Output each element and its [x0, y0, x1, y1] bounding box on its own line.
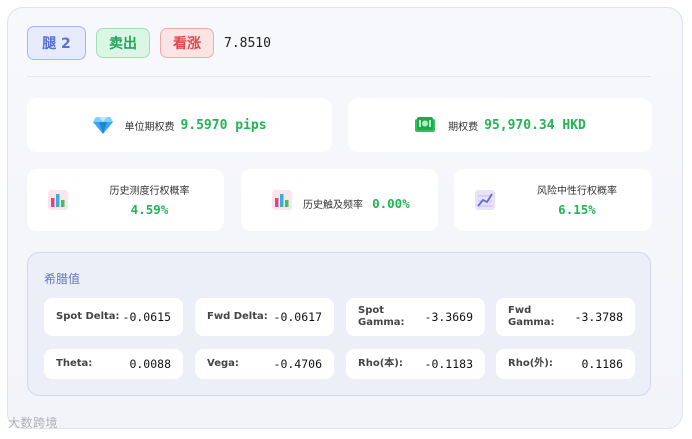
greek-vega: Vega: -0.4706: [195, 349, 334, 379]
premium-per-unit-label: 单位期权费: [124, 121, 175, 133]
greek-fwd-delta: Fwd Delta: -0.0617: [195, 298, 334, 336]
rate-value: 7.8510: [224, 35, 271, 51]
premium-per-unit-value: 9.5970 pips: [180, 117, 267, 133]
line-chart-icon: [474, 189, 496, 211]
greek-rho-domestic: Rho(本): -0.1183: [346, 349, 485, 379]
diamond-icon: [92, 115, 114, 135]
greek-value: -0.1183: [424, 357, 473, 371]
risk-neutral-exercise-prob-label: 风险中性行权概率: [537, 186, 617, 197]
greek-value: -3.3669: [424, 310, 473, 324]
greek-value: 0.1186: [581, 357, 623, 371]
greek-fwd-gamma: Fwd Gamma: -3.3788: [496, 298, 635, 336]
premium-total-label: 期权费: [448, 121, 479, 133]
greeks-panel: 希腊值 Spot Delta: -0.0615 Fwd Delta: -0.06…: [27, 252, 651, 396]
greek-theta: Theta: 0.0088: [44, 349, 183, 379]
header-divider: [27, 76, 651, 77]
bar-chart-icon: [47, 189, 69, 211]
greek-label: Fwd Delta:: [207, 311, 268, 322]
risk-neutral-exercise-prob-value: 6.15%: [558, 202, 596, 217]
historical-exercise-prob-value: 4.59%: [130, 202, 169, 217]
greek-rho-foreign: Rho(外): 0.1186: [496, 349, 635, 379]
greek-label: Vega:: [207, 358, 239, 369]
risk-neutral-exercise-prob-box: 风险中性行权概率 6.15%: [454, 169, 652, 231]
sell-badge[interactable]: 卖出: [96, 28, 150, 58]
leg-header: 腿 2 卖出 看涨 7.8510: [27, 26, 271, 60]
leg-badge[interactable]: 腿 2: [27, 26, 86, 60]
historical-exercise-prob-box: 历史测度行权概率 4.59%: [27, 169, 224, 231]
historical-touch-freq-label: 历史触及频率: [303, 200, 363, 211]
historical-touch-freq-value: 0.00%: [372, 196, 410, 211]
premium-total-value: 95,970.34 HKD: [484, 117, 586, 133]
greek-spot-delta: Spot Delta: -0.0615: [44, 298, 183, 336]
cash-icon: [414, 116, 436, 134]
greek-value: -0.0615: [122, 310, 171, 324]
greek-label: Fwd Gamma:: [508, 305, 555, 328]
greek-value: 0.0088: [129, 357, 171, 371]
historical-exercise-prob-label: 历史测度行权概率: [109, 186, 190, 197]
premium-per-unit-box: 单位期权费 9.5970 pips: [27, 98, 332, 152]
greek-label: Theta:: [56, 358, 93, 369]
premium-total-box: 期权费 95,970.34 HKD: [348, 98, 652, 152]
greek-label: Rho(外):: [508, 358, 553, 369]
greek-label: Spot Gamma:: [358, 305, 405, 328]
greek-spot-gamma: Spot Gamma: -3.3669: [346, 298, 485, 336]
greek-value: -3.3788: [574, 310, 623, 324]
greek-label: Rho(本):: [358, 358, 403, 369]
bar-chart-icon: [271, 189, 293, 211]
historical-touch-freq-box: 历史触及频率 0.00%: [241, 169, 438, 231]
watermark: 大数跨境: [8, 416, 59, 430]
call-badge[interactable]: 看涨: [160, 28, 214, 58]
greek-label: Spot Delta:: [56, 311, 120, 322]
greeks-title: 希腊值: [44, 272, 81, 286]
greek-value: -0.0617: [273, 310, 322, 324]
greek-value: -0.4706: [273, 357, 322, 371]
